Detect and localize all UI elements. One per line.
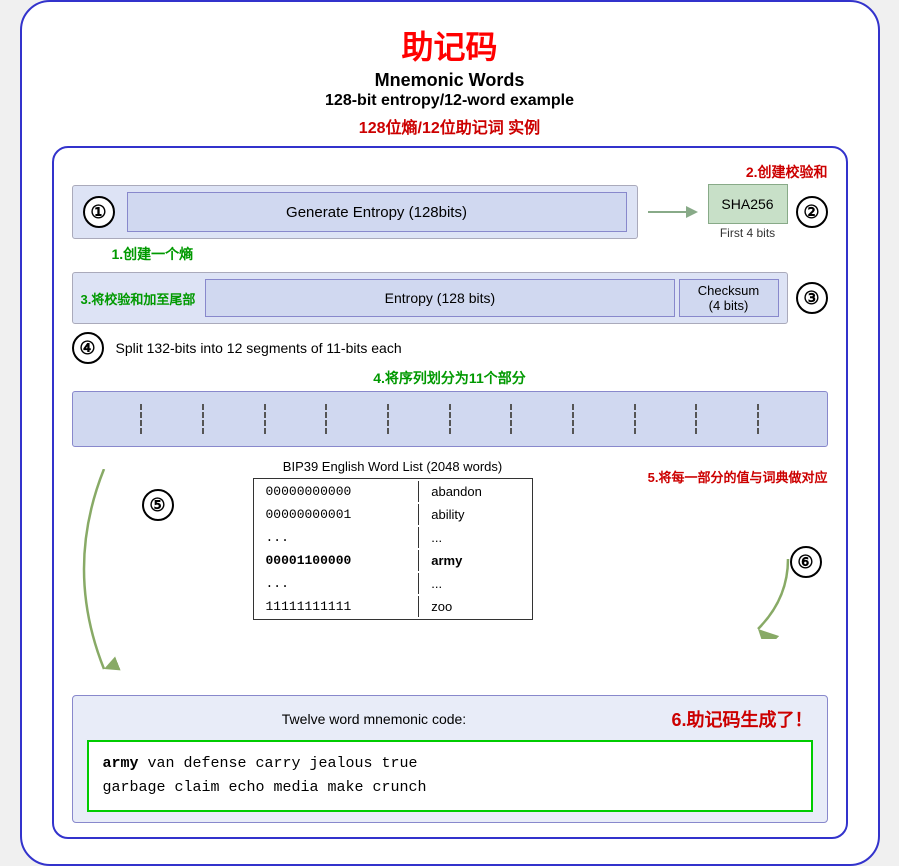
- mnemonic-rest-line1: van defense carry jealous true: [139, 755, 418, 772]
- main-container: 助记码 Mnemonic Words 128-bit entropy/12-wo…: [20, 0, 880, 866]
- seg-10: [634, 404, 696, 434]
- title-en2: 128-bit entropy/12-word example: [52, 92, 848, 110]
- circle-4: ④: [72, 332, 104, 364]
- split-text: Split 132-bits into 12 segments of 11-bi…: [116, 340, 402, 356]
- first4bits-label: First 4 bits: [720, 226, 775, 240]
- word-cell: ...: [421, 527, 529, 548]
- section6-header: Twelve word mnemonic code: 6.助记码生成了！: [87, 706, 813, 732]
- title-cn2: 128位熵/12位助记词 实例: [52, 114, 848, 138]
- table-row: ... ...: [256, 573, 530, 594]
- word-cell: zoo: [421, 596, 529, 617]
- seg-12: [757, 404, 819, 434]
- checksum-section: 3.将校验和加至尾部 Entropy (128 bits) Checksum (…: [72, 272, 788, 324]
- arrow-svg-down: [738, 559, 798, 639]
- right-col: 5.将每一部分的值与词典做对应 ⑥: [608, 459, 828, 689]
- mnemonic-line2: garbage claim echo media make crunch: [103, 776, 797, 800]
- bits-cell: ...: [256, 573, 420, 594]
- bits-cell: ...: [256, 527, 420, 548]
- segment-dividers: [81, 404, 819, 434]
- curved-arrow-left: [74, 469, 129, 689]
- seg-2: [140, 404, 202, 434]
- sha-section: SHA256 First 4 bits: [708, 184, 788, 240]
- title-cn: 助记码: [52, 22, 848, 68]
- bits-cell: 00000000000: [256, 481, 420, 502]
- section6-wrapper: Twelve word mnemonic code: 6.助记码生成了！ arm…: [72, 695, 828, 823]
- mnemonic-line1: army van defense carry jealous true: [103, 752, 797, 776]
- step5-label: 5.将每一部分的值与词典做对应: [608, 467, 828, 486]
- step3-label: 3.将校验和加至尾部: [81, 289, 196, 308]
- left-arrows: [72, 459, 132, 689]
- step2-label: 2.创建校验和: [746, 162, 828, 182]
- table-row: 11111111111 zoo: [256, 596, 530, 617]
- seg-11: [695, 404, 757, 434]
- seg-6: [387, 404, 449, 434]
- bip39-table: 00000000000 abandon 00000000001 ability …: [253, 478, 533, 620]
- bip39-col: ⑤ BIP39 English Word List (2048 words) 0…: [142, 459, 598, 689]
- table-row: 00000000000 abandon: [256, 481, 530, 502]
- entropy-generate-box: Generate Entropy (128bits): [127, 192, 627, 232]
- table-row: 00000000001 ability: [256, 504, 530, 525]
- segments-bar: [72, 391, 828, 447]
- seg-5: [325, 404, 387, 434]
- entropy128-box: Entropy (128 bits): [205, 279, 674, 317]
- bip39-table-wrapper: BIP39 English Word List (2048 words) 000…: [188, 459, 598, 620]
- bits-cell: 11111111111: [256, 596, 420, 617]
- step6-label: 6.助记码生成了！: [671, 706, 812, 732]
- word-cell: ability: [421, 504, 529, 525]
- row-checksum: 3.将校验和加至尾部 Entropy (128 bits) Checksum (…: [72, 272, 828, 324]
- seg-3: [202, 404, 264, 434]
- word-cell: abandon: [421, 481, 529, 502]
- circle-1: ①: [83, 196, 115, 228]
- bip39-area: ⑤ BIP39 English Word List (2048 words) 0…: [142, 459, 598, 620]
- row-entropy: ① Generate Entropy (128bits) SHA256: [72, 184, 828, 240]
- table-row: ... ...: [256, 527, 530, 548]
- word-cell-army: army: [421, 550, 529, 571]
- bits-cell-army: 00001100000: [256, 550, 420, 571]
- title-en1: Mnemonic Words: [52, 70, 848, 91]
- step1-label: 1.创建一个熵: [112, 244, 828, 264]
- arrow-to-sha: [648, 202, 698, 222]
- bottom-section: ⑤ BIP39 English Word List (2048 words) 0…: [72, 459, 828, 689]
- bits-cell: 00000000001: [256, 504, 420, 525]
- row-split-header: ④ Split 132-bits into 12 segments of 11-…: [72, 332, 828, 364]
- bip39-label: BIP39 English Word List (2048 words): [188, 459, 598, 474]
- mnemonic-bold-word: army: [103, 755, 139, 772]
- circle-5: ⑤: [142, 489, 174, 521]
- step4-label: 4.将序列划分为11个部分: [72, 368, 828, 388]
- diagram-outer-box: 2.创建校验和 ① Generate Entropy (128bits): [52, 146, 848, 839]
- arrow-to-output: [738, 559, 798, 644]
- seg-4: [264, 404, 326, 434]
- mnemonic-output: army van defense carry jealous true garb…: [87, 740, 813, 812]
- checksum-box: Checksum (4 bits): [679, 279, 779, 317]
- entropy-section: ① Generate Entropy (128bits): [72, 185, 638, 239]
- circle-2: ②: [796, 196, 828, 228]
- seg-7: [449, 404, 511, 434]
- seg-1: [81, 404, 141, 434]
- arrow-svg: [648, 202, 698, 222]
- twelve-word-label: Twelve word mnemonic code:: [87, 711, 662, 727]
- circle-3: ③: [796, 282, 828, 314]
- table-row-highlighted: 00001100000 army: [256, 550, 530, 571]
- word-cell: ...: [421, 573, 529, 594]
- sha256-box: SHA256: [708, 184, 788, 224]
- seg-8: [510, 404, 572, 434]
- seg-9: [572, 404, 634, 434]
